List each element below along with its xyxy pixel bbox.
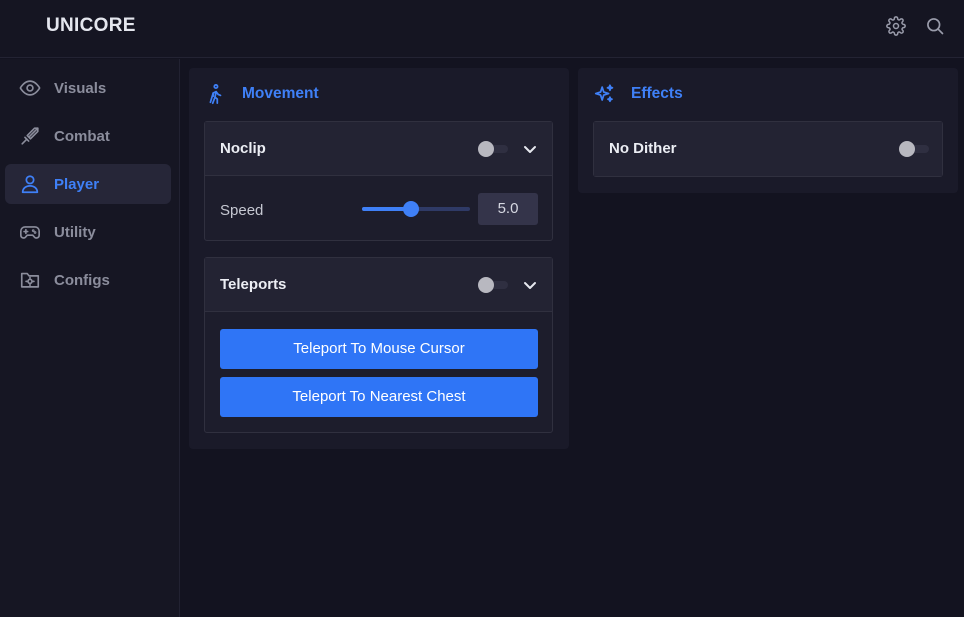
speed-value-field[interactable]: 5.0 [478, 193, 538, 225]
sidebar-item-combat[interactable]: Combat [5, 116, 171, 156]
sidebar-item-label: Player [54, 176, 100, 193]
module-name: Noclip [220, 140, 266, 157]
sword-icon [19, 125, 41, 147]
section-title: Movement [242, 85, 319, 102]
sidebar: Visuals Combat Player Utility Configs [0, 59, 180, 617]
chevron-down-icon[interactable] [522, 141, 538, 157]
sidebar-item-player[interactable]: Player [5, 164, 171, 204]
sidebar-item-configs[interactable]: Configs [5, 260, 171, 300]
module-header[interactable]: Noclip [205, 122, 552, 176]
gear-icon[interactable] [886, 16, 906, 36]
noclip-toggle[interactable] [478, 141, 508, 157]
sidebar-item-label: Configs [54, 272, 110, 289]
app-title: UNICORE [46, 15, 136, 36]
sidebar-item-visuals[interactable]: Visuals [5, 68, 171, 108]
module-name: No Dither [609, 140, 677, 157]
speed-slider[interactable] [362, 200, 470, 218]
toggle-knob [478, 277, 494, 293]
sidebar-item-label: Visuals [54, 80, 107, 97]
eye-icon [19, 77, 41, 99]
sidebar-item-utility[interactable]: Utility [5, 212, 171, 252]
module-name: Teleports [220, 276, 287, 293]
sparkles-icon [593, 83, 615, 105]
gamepad-icon [19, 221, 41, 243]
no-dither-toggle[interactable] [899, 141, 929, 157]
sidebar-item-label: Combat [54, 128, 110, 145]
sidebar-item-label: Utility [54, 224, 96, 241]
noclip-module: Noclip Speed 5.0 [204, 121, 553, 241]
chevron-down-icon[interactable] [522, 277, 538, 293]
teleport-to-mouse-cursor-button[interactable]: Teleport To Mouse Cursor [220, 329, 538, 369]
effects-section: Effects No Dither [578, 68, 958, 193]
toggle-knob [899, 141, 915, 157]
teleports-module: Teleports Teleport To Mouse Cursor Telep… [204, 257, 553, 433]
search-icon[interactable] [925, 16, 945, 36]
section-title: Effects [631, 85, 683, 102]
no-dither-module: No Dither [593, 121, 943, 177]
folder-gear-icon [19, 269, 41, 291]
user-icon [19, 173, 41, 195]
teleports-toggle[interactable] [478, 277, 508, 293]
module-header[interactable]: No Dither [594, 122, 942, 176]
slider-thumb[interactable] [402, 201, 419, 217]
module-header[interactable]: Teleports [205, 258, 552, 312]
walking-person-icon [204, 83, 226, 105]
top-bar: UNICORE [0, 0, 964, 58]
speed-label: Speed [220, 202, 264, 219]
teleport-to-nearest-chest-button[interactable]: Teleport To Nearest Chest [220, 377, 538, 417]
movement-section: Movement Noclip Speed 5.0 Teleports Tele… [189, 68, 569, 449]
toggle-knob [478, 141, 494, 157]
